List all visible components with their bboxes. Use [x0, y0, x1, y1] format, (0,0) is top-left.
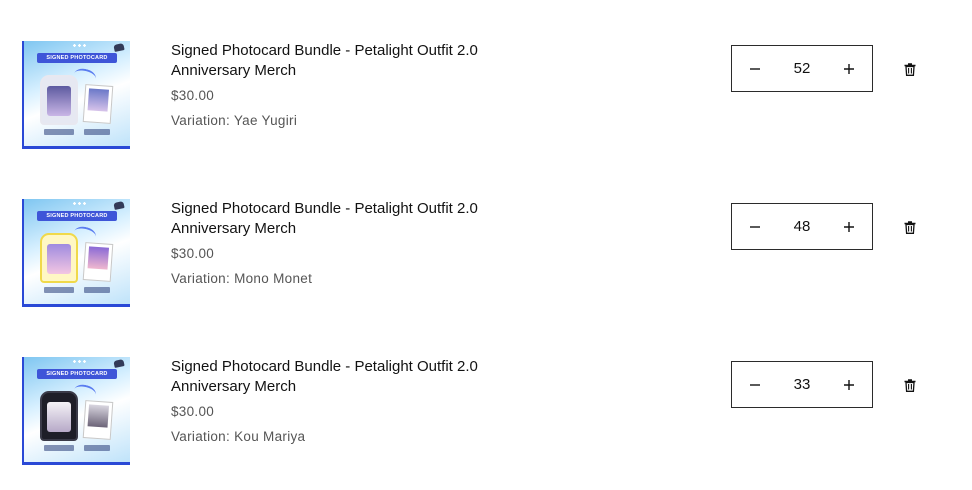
- quantity-input[interactable]: 48: [778, 218, 826, 235]
- minus-icon: [750, 67, 760, 70]
- cart-items-list: SIGNED PHOTOCARD Signed Photocard Bundle…: [0, 0, 972, 490]
- increase-quantity-button[interactable]: [826, 204, 872, 249]
- trash-icon: [904, 378, 916, 392]
- quantity-stepper: 52: [731, 45, 873, 92]
- bow-decoration: [113, 43, 125, 52]
- character-art: [47, 244, 71, 274]
- product-price: $30.00: [171, 404, 215, 419]
- polaroid-card: [82, 242, 114, 282]
- image-caption: [84, 129, 110, 135]
- character-art: [47, 402, 71, 432]
- plus-icon: [844, 221, 854, 232]
- product-variation: Variation: Yae Yugiri: [171, 113, 298, 128]
- image-decoration: [72, 44, 86, 47]
- product-variation: Variation: Kou Mariya: [171, 429, 306, 444]
- bow-decoration: [113, 201, 125, 210]
- image-caption: [84, 287, 110, 293]
- increase-quantity-button[interactable]: [826, 46, 872, 91]
- product-variation: Variation: Mono Monet: [171, 271, 313, 286]
- product-title[interactable]: Signed Photocard Bundle - Petalight Outf…: [171, 199, 491, 239]
- product-image[interactable]: SIGNED PHOTOCARD: [22, 199, 130, 307]
- decrease-quantity-button[interactable]: [732, 46, 778, 91]
- photocard-holder: [40, 391, 78, 441]
- image-banner-text: SIGNED PHOTOCARD: [37, 53, 117, 63]
- character-art: [47, 86, 71, 116]
- image-caption: [84, 445, 110, 451]
- character-art: [87, 88, 110, 112]
- polaroid-card: [82, 84, 114, 124]
- cart-item: SIGNED PHOTOCARD Signed Photocard Bundle…: [0, 199, 972, 309]
- quantity-stepper: 33: [731, 361, 873, 408]
- trash-icon: [904, 62, 916, 76]
- increase-quantity-button[interactable]: [826, 362, 872, 407]
- image-banner-text: SIGNED PHOTOCARD: [37, 211, 117, 221]
- character-art: [87, 246, 110, 270]
- product-title[interactable]: Signed Photocard Bundle - Petalight Outf…: [171, 357, 491, 397]
- remove-item-button[interactable]: [900, 217, 920, 237]
- polaroid-card: [82, 400, 114, 440]
- product-price: $30.00: [171, 246, 215, 261]
- product-title[interactable]: Signed Photocard Bundle - Petalight Outf…: [171, 41, 491, 81]
- cart-item: SIGNED PHOTOCARD Signed Photocard Bundle…: [0, 357, 972, 467]
- product-info: Signed Photocard Bundle - Petalight Outf…: [171, 357, 491, 444]
- remove-item-button[interactable]: [900, 375, 920, 395]
- quantity-input[interactable]: 52: [778, 60, 826, 77]
- minus-icon: [750, 225, 760, 228]
- trash-icon: [904, 220, 916, 234]
- photocard-holder: [40, 75, 78, 125]
- photocard-holder: [40, 233, 78, 283]
- product-info: Signed Photocard Bundle - Petalight Outf…: [171, 199, 491, 286]
- minus-icon: [750, 383, 760, 386]
- bow-decoration: [113, 359, 125, 368]
- product-price: $30.00: [171, 88, 215, 103]
- character-art: [87, 404, 110, 428]
- cart-item: SIGNED PHOTOCARD Signed Photocard Bundle…: [0, 41, 972, 151]
- image-caption: [44, 287, 74, 293]
- image-banner-text: SIGNED PHOTOCARD: [37, 369, 117, 379]
- image-caption: [44, 129, 74, 135]
- quantity-input[interactable]: 33: [778, 376, 826, 393]
- decrease-quantity-button[interactable]: [732, 362, 778, 407]
- plus-icon: [844, 379, 854, 390]
- remove-item-button[interactable]: [900, 59, 920, 79]
- decrease-quantity-button[interactable]: [732, 204, 778, 249]
- product-image[interactable]: SIGNED PHOTOCARD: [22, 357, 130, 465]
- plus-icon: [844, 63, 854, 74]
- quantity-stepper: 48: [731, 203, 873, 250]
- image-decoration: [72, 360, 86, 363]
- product-image[interactable]: SIGNED PHOTOCARD: [22, 41, 130, 149]
- product-info: Signed Photocard Bundle - Petalight Outf…: [171, 41, 491, 128]
- image-decoration: [72, 202, 86, 205]
- image-caption: [44, 445, 74, 451]
